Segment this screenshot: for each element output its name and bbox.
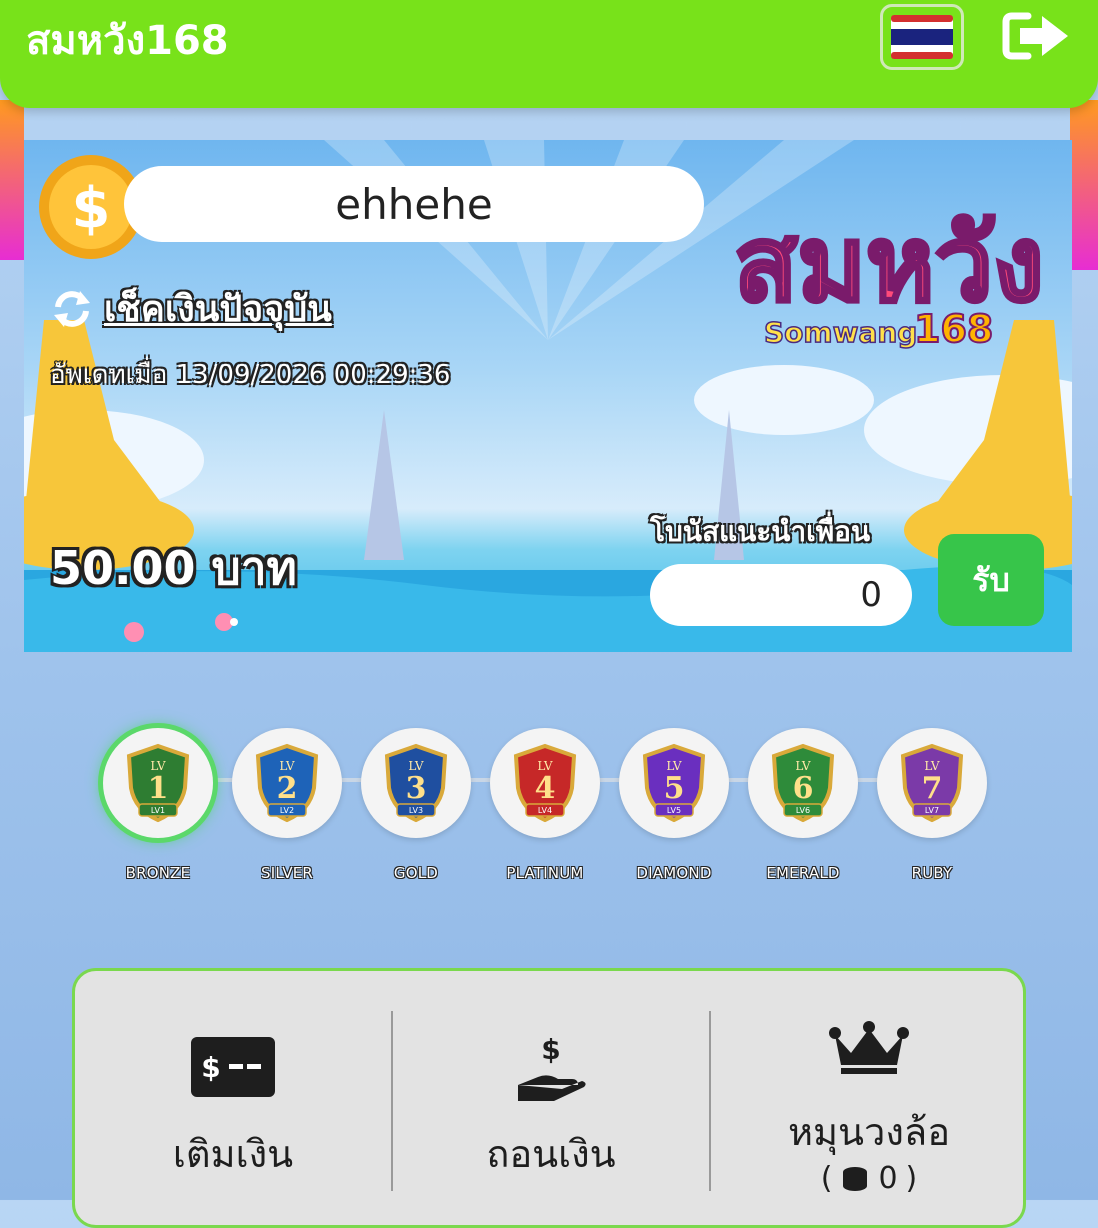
level-badge-icon[interactable]: LV 2 LV2 xyxy=(232,728,342,838)
updated-timestamp: อัพเดทเมื่อ 13/09/2026 00:29:36 xyxy=(50,360,451,390)
level-tag: LV6 xyxy=(796,806,810,815)
level-number: 7 xyxy=(922,771,943,806)
shield-icon: LV4LV4 xyxy=(513,743,577,823)
account-banner: $ ehhehe เช็คเงินปัจจุบัน อัพเดทเมื่อ 13… xyxy=(24,140,1072,652)
site-title[interactable]: สมหวัง168 xyxy=(26,8,229,72)
level-name: PLATINUM xyxy=(506,864,584,882)
level-number: 4 xyxy=(535,771,556,806)
coins-icon xyxy=(843,1166,868,1191)
level-badge-icon[interactable]: LV 1 LV1 xyxy=(103,728,213,838)
level-name: SILVER xyxy=(260,864,313,882)
username-display: ehhehe xyxy=(124,166,704,242)
level-tag: LV3 xyxy=(409,806,423,815)
decor-left xyxy=(0,100,24,260)
level-badge-icon[interactable]: LV 4 LV4 xyxy=(490,728,600,838)
withdraw-label: ถอนเงิน xyxy=(486,1132,616,1176)
shield-icon: LV1LV1 xyxy=(126,743,190,823)
level-number: 1 xyxy=(148,771,169,806)
svg-text:$: $ xyxy=(201,1051,220,1084)
spin-wheel-label: หมุนวงล้อ xyxy=(787,1110,951,1154)
svg-text:Somwang: Somwang xyxy=(764,316,917,349)
decor-right xyxy=(1070,100,1098,270)
crown-icon xyxy=(829,1021,909,1074)
refresh-icon[interactable] xyxy=(50,287,94,331)
shield-icon: LV5LV5 xyxy=(642,743,706,823)
level-name: DIAMOND xyxy=(636,864,712,882)
referral-bonus-value: 0 xyxy=(650,564,912,626)
withdraw-button[interactable]: $ ถอนเงิน xyxy=(393,971,709,1211)
level-diamond[interactable]: LV 5 LV5 DIAMOND xyxy=(616,728,732,882)
svg-text:$: $ xyxy=(72,176,111,241)
level-badge-icon[interactable]: LV 6 LV6 xyxy=(748,728,858,838)
check-balance-row[interactable]: เช็คเงินปัจจุบัน xyxy=(50,280,332,337)
spin-count-row: ( 0 ) xyxy=(711,1161,1027,1196)
svg-text:$: $ xyxy=(541,1033,560,1066)
thailand-flag-icon xyxy=(891,15,953,59)
referral-bonus-label: โบนัสแนะนำเพื่อน xyxy=(650,515,871,548)
level-number: 5 xyxy=(664,771,685,806)
level-bronze[interactable]: LV 1 LV1 BRONZE xyxy=(100,728,216,882)
level-ruby[interactable]: LV 7 LV7 RUBY xyxy=(874,728,990,882)
level-name: EMERALD xyxy=(766,864,840,882)
shield-icon: LV3LV3 xyxy=(384,743,448,823)
claim-button[interactable]: รับ xyxy=(938,534,1044,626)
shield-icon: LV7LV7 xyxy=(900,743,964,823)
level-badge-icon[interactable]: LV 3 LV3 xyxy=(361,728,471,838)
language-button[interactable] xyxy=(880,4,964,70)
level-name: RUBY xyxy=(911,864,953,882)
level-number: 2 xyxy=(277,771,298,806)
level-emerald[interactable]: LV 6 LV6 EMERALD xyxy=(745,728,861,882)
check-balance-link[interactable]: เช็คเงินปัจจุบัน xyxy=(104,280,332,337)
level-tag: LV5 xyxy=(667,806,681,815)
level-gold[interactable]: LV 3 LV3 GOLD xyxy=(358,728,474,882)
withdraw-hand-icon: $ xyxy=(518,1033,586,1101)
logout-button[interactable] xyxy=(1002,10,1072,62)
shield-icon: LV6LV6 xyxy=(771,743,835,823)
level-name: BRONZE xyxy=(125,864,191,882)
level-badge-icon[interactable]: LV 7 LV7 xyxy=(877,728,987,838)
deposit-button[interactable]: $ เติมเงิน xyxy=(75,971,391,1211)
spin-wheel-button[interactable]: หมุนวงล้อ ( 0 ) xyxy=(711,971,1027,1211)
svg-text:สมหวัง: สมหวัง xyxy=(734,203,1044,325)
actions-panel: $ เติมเงิน $ ถอนเงิน หมุนวงล้อ (0) xyxy=(72,968,1026,1228)
deposit-label: เติมเงิน xyxy=(172,1132,294,1176)
paren-open: ( xyxy=(820,1161,833,1196)
level-tag: LV4 xyxy=(538,806,552,815)
level-name: GOLD xyxy=(393,864,439,882)
level-number: 6 xyxy=(793,771,814,806)
top-bar: สมหวัง168 xyxy=(0,0,1098,108)
somwang-logo: สมหวัง Somwang 168 xyxy=(732,201,1046,352)
svg-text:168: 168 xyxy=(914,307,993,351)
shield-icon: LV2LV2 xyxy=(255,743,319,823)
paren-close: ) xyxy=(905,1161,918,1196)
level-platinum[interactable]: LV 4 LV4 PLATINUM xyxy=(487,728,603,882)
level-tag: LV7 xyxy=(925,806,939,815)
level-badge-icon[interactable]: LV 5 LV5 xyxy=(619,728,729,838)
level-silver[interactable]: LV 2 LV2 SILVER xyxy=(229,728,345,882)
balance-amount: 50.00 บาท xyxy=(50,541,297,595)
level-tag: LV1 xyxy=(151,806,165,815)
level-tag: LV2 xyxy=(280,806,294,815)
logout-icon xyxy=(1002,12,1068,60)
vip-levels: LV 1 LV1 BRONZE LV 2 LV2 SILVER LV 3 LV3 GOLD LV 4 LV4… xyxy=(100,728,1000,888)
level-number: 3 xyxy=(406,771,427,806)
deposit-card-icon: $ xyxy=(191,1037,275,1097)
spin-count: 0 xyxy=(878,1161,898,1196)
